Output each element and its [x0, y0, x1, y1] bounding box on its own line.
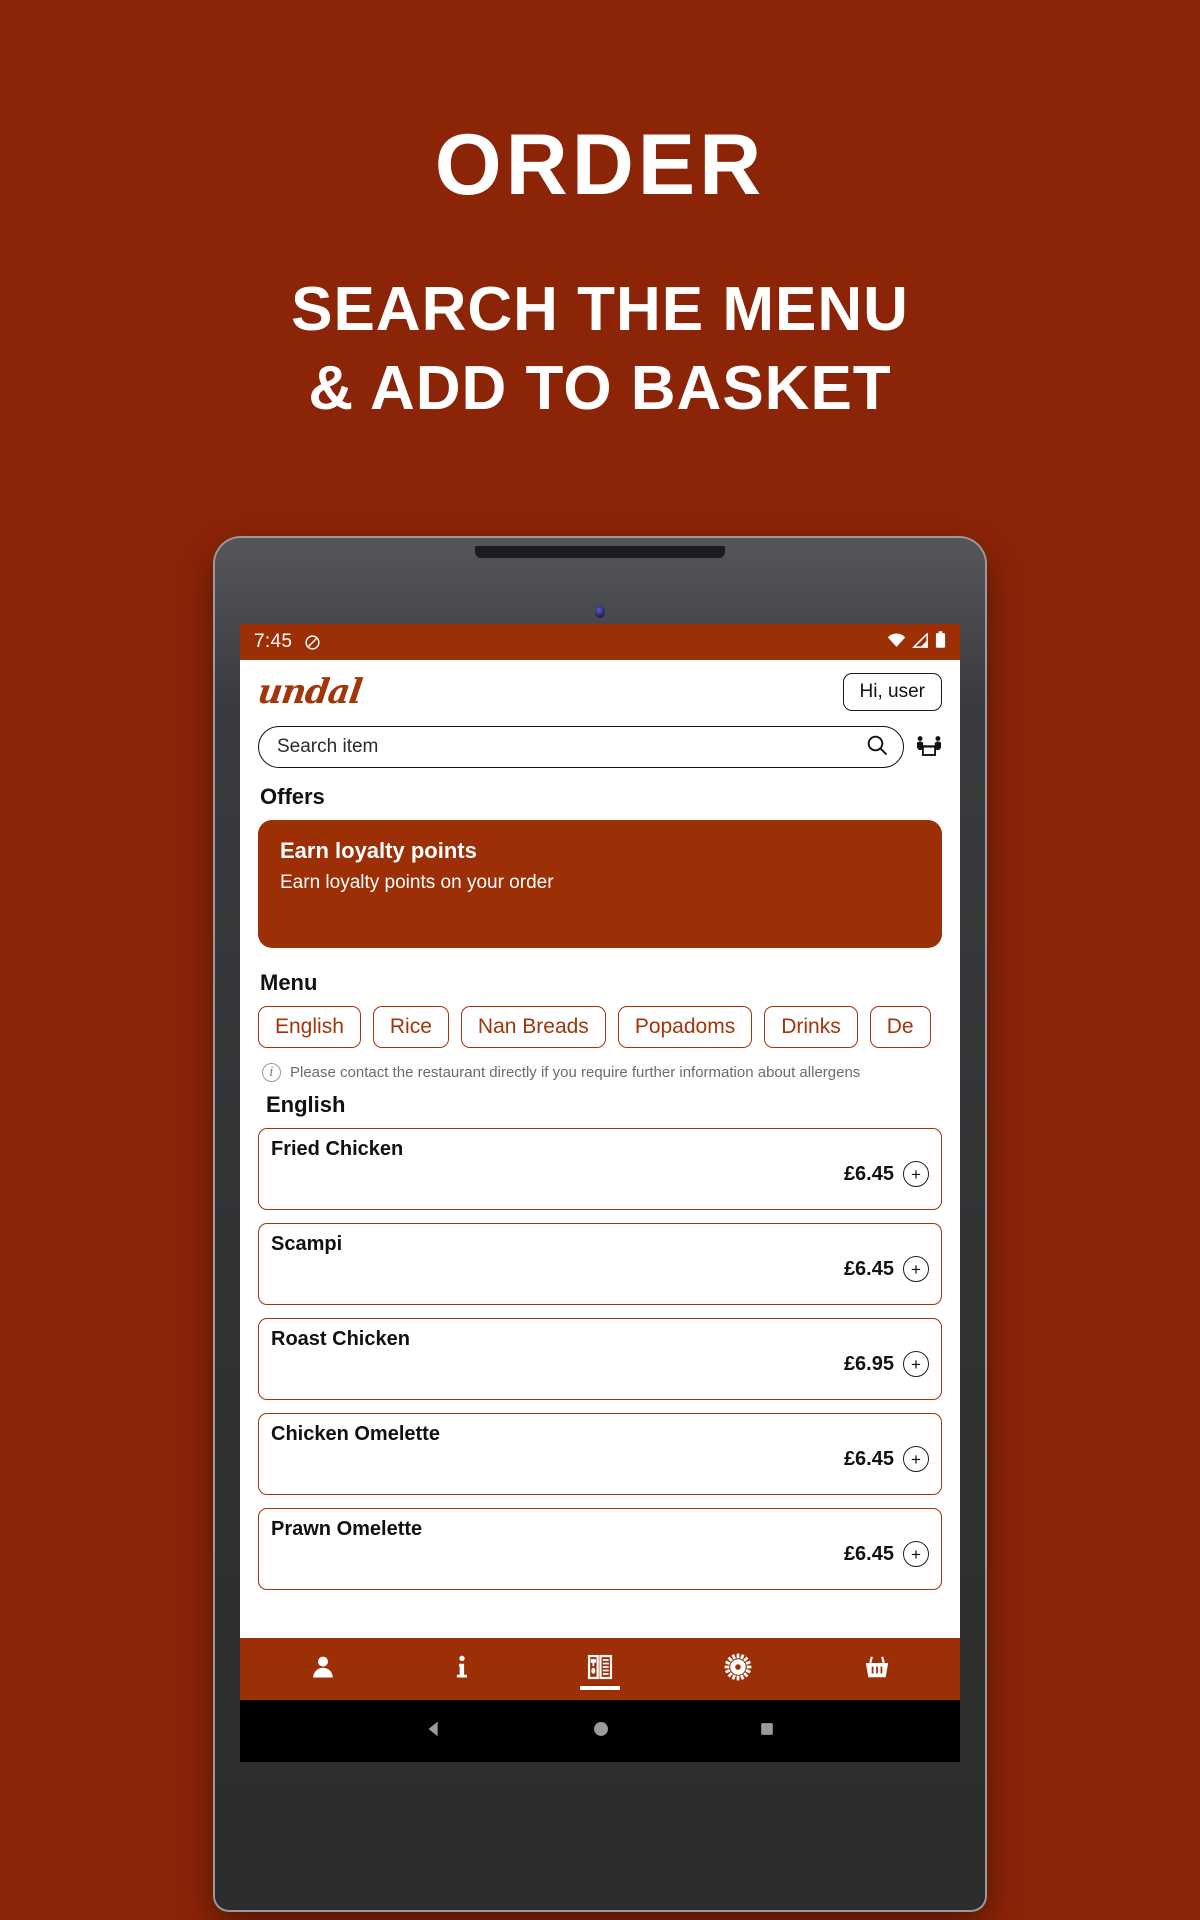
menu-item-price: £6.45 [843, 1257, 894, 1280]
front-camera-icon [595, 606, 605, 618]
back-triangle-icon[interactable] [423, 1718, 445, 1745]
add-to-basket-button[interactable]: + [903, 1541, 929, 1567]
menu-category-chip-drinks[interactable]: Drinks [764, 1006, 858, 1048]
menu-item-name: Fried Chicken [271, 1138, 404, 1160]
add-to-basket-button[interactable]: + [903, 1161, 929, 1187]
home-circle-icon[interactable] [590, 1718, 612, 1745]
promo-banner: ORDER SEARCH THE MENU & ADD TO BASKET [0, 0, 1200, 429]
menu-item-row[interactable]: Prawn Omelette £6.45 + [258, 1508, 942, 1590]
menu-item-name: Roast Chicken [271, 1328, 410, 1350]
search-input[interactable]: Search item [258, 726, 904, 768]
recents-square-icon[interactable] [757, 1719, 777, 1744]
basket-icon [863, 1653, 891, 1686]
menu-item-row[interactable]: Scampi £6.45 + [258, 1223, 942, 1305]
menu-item-actions: £6.45 + [844, 1256, 929, 1282]
nav-item-account[interactable] [295, 1646, 351, 1692]
offer-card-loyalty[interactable]: Earn loyalty points Earn loyalty points … [258, 820, 942, 948]
search-row: Search item [240, 712, 960, 768]
menu-item-actions: £6.95 + [844, 1351, 929, 1377]
info-icon [448, 1653, 476, 1686]
menu-item-row[interactable]: Chicken Omelette £6.45 + [258, 1413, 942, 1495]
brand-logo[interactable]: undal [255, 672, 364, 712]
account-button[interactable]: Hi, user [842, 673, 942, 711]
offer-card-subtitle: Earn loyalty points on your order [280, 872, 554, 893]
offers-heading: Offers [260, 784, 325, 809]
menu-book-icon [586, 1653, 614, 1686]
menu-heading: Menu [260, 970, 318, 995]
menu-item-actions: £6.45 + [844, 1161, 929, 1187]
search-input-placeholder: Search item [277, 736, 379, 757]
add-to-basket-button[interactable]: + [903, 1256, 929, 1282]
offer-card-title: Earn loyalty points [280, 838, 477, 863]
promo-subtitle-line-1: SEARCH THE MENU [291, 275, 909, 344]
app-scroll-body[interactable]: Offers Earn loyalty points Earn loyalty … [240, 768, 960, 1638]
menu-item-row[interactable]: Roast Chicken £6.95 + [258, 1318, 942, 1400]
menu-item-actions: £6.45 + [844, 1541, 929, 1567]
menu-item-name: Prawn Omelette [271, 1518, 423, 1540]
menu-item-price: £6.45 [843, 1162, 894, 1185]
nav-item-menu[interactable] [572, 1646, 628, 1692]
menu-category-chips[interactable]: English Rice Nan Breads Popadoms Drinks … [258, 1006, 942, 1050]
allergen-notice: i Please contact the restaurant directly… [262, 1063, 942, 1082]
add-to-basket-button[interactable]: + [903, 1351, 929, 1377]
wifi-icon [887, 632, 906, 653]
table-booking-icon[interactable] [914, 732, 944, 762]
menu-item-actions: £6.45 + [844, 1446, 929, 1472]
menu-item-name: Scampi [271, 1233, 343, 1255]
do-not-disturb-icon [304, 634, 321, 651]
account-icon [309, 1653, 337, 1686]
menu-category-chip-popadoms[interactable]: Popadoms [617, 1006, 753, 1048]
menu-category-chip-rice[interactable]: Rice [372, 1006, 449, 1048]
menu-category-chip-desserts[interactable]: De [869, 1006, 931, 1048]
promo-subtitle-line-2: & ADD TO BASKET [308, 354, 892, 424]
settings-gear-icon [724, 1653, 752, 1686]
device-bezel: 7:45 undal Hi, user Search item Offers E… [215, 538, 985, 1910]
menu-item-price: £6.45 [843, 1447, 894, 1470]
allergen-notice-text: Please contact the restaurant directly i… [290, 1064, 861, 1081]
bottom-navigation-bar[interactable] [240, 1638, 960, 1700]
menu-category-chip-english[interactable]: English [258, 1006, 361, 1048]
signal-icon [912, 631, 929, 653]
system-navigation-bar[interactable] [240, 1700, 960, 1762]
info-icon: i [262, 1063, 281, 1082]
nav-item-info[interactable] [434, 1646, 490, 1692]
menu-item-name: Chicken Omelette [271, 1423, 440, 1445]
tablet-device-mockup: 7:45 undal Hi, user Search item Offers E… [215, 538, 985, 1910]
menu-item-price: £6.95 [843, 1352, 894, 1375]
menu-item-row[interactable]: Fried Chicken £6.45 + [258, 1128, 942, 1210]
menu-item-price: £6.45 [843, 1542, 894, 1565]
search-icon[interactable] [865, 733, 889, 762]
status-bar-icons [887, 631, 946, 653]
status-bar-time: 7:45 [254, 631, 293, 652]
menu-category-chip-nan-breads[interactable]: Nan Breads [460, 1006, 606, 1048]
promo-title: ORDER [434, 117, 766, 213]
battery-icon [935, 631, 946, 653]
status-bar: 7:45 [240, 624, 960, 660]
speaker-slot-icon [475, 546, 725, 558]
nav-item-settings[interactable] [710, 1646, 766, 1692]
current-category-heading: English [266, 1092, 346, 1117]
nav-item-basket[interactable] [849, 1646, 905, 1692]
add-to-basket-button[interactable]: + [903, 1446, 929, 1472]
app-header: undal Hi, user [240, 660, 960, 712]
device-screen: 7:45 undal Hi, user Search item Offers E… [240, 624, 960, 1762]
promo-subtitle: SEARCH THE MENU & ADD TO BASKET [0, 270, 1200, 429]
